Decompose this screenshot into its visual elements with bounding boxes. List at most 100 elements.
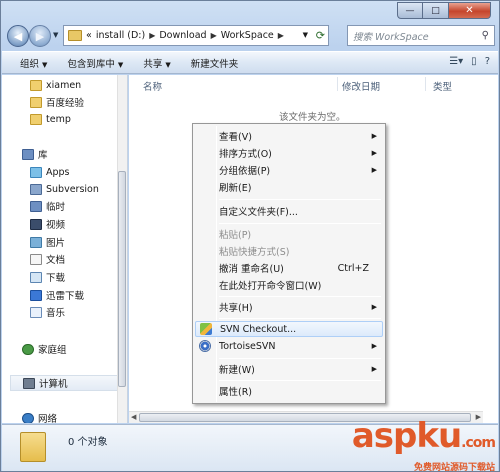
include-in-library-menu[interactable]: 包含到库中 ▼ xyxy=(67,56,123,70)
folder-icon xyxy=(68,30,82,41)
column-divider[interactable] xyxy=(425,77,426,91)
sidebar-item-apps[interactable]: Apps xyxy=(30,164,70,180)
sidebar-item-libraries[interactable]: 库 xyxy=(22,146,48,162)
menu-item-customize-folder[interactable]: 自定义文件夹(F)... xyxy=(195,203,383,219)
chevron-down-icon: ▼ xyxy=(165,60,171,69)
explorer-window: — □ ✕ ◀ ▶ ▼ « install (D:) ▶ Download ▶ … xyxy=(0,0,500,472)
menu-item-svn-checkout[interactable]: SVN Checkout... xyxy=(195,321,383,337)
search-icon[interactable]: ⚲ xyxy=(482,30,489,41)
organize-menu[interactable]: 组织 ▼ xyxy=(20,56,47,70)
menu-item-sort-by[interactable]: 排序方式(O) ▶ xyxy=(195,145,383,161)
menu-separator xyxy=(219,380,381,381)
refresh-icon[interactable]: ⟳ xyxy=(316,29,325,42)
sidebar-scrollbar[interactable] xyxy=(117,75,127,423)
view-controls: ☰▾ ▯ ? xyxy=(449,56,490,67)
sidebar-item-thunder[interactable]: 迅雷下载 xyxy=(30,287,84,303)
menu-separator xyxy=(219,296,381,297)
network-icon xyxy=(22,412,34,423)
library-icon xyxy=(30,200,42,212)
sidebar-item-subversion[interactable]: Subversion xyxy=(30,181,99,197)
arrow-left-icon: ◀ xyxy=(13,29,23,43)
subversion-icon xyxy=(30,183,42,195)
submenu-arrow-icon: ▶ xyxy=(371,365,377,373)
column-header-name[interactable]: 名称 xyxy=(143,79,162,93)
search-box[interactable]: 搜索 WorkSpace ⚲ xyxy=(347,25,495,46)
address-bar[interactable]: « install (D:) ▶ Download ▶ WorkSpace ▶ … xyxy=(63,25,329,46)
sidebar-item-network[interactable]: 网络 xyxy=(22,410,57,423)
document-icon xyxy=(30,253,42,265)
sidebar-item-music[interactable]: 音乐 xyxy=(30,304,65,320)
sidebar-item-documents[interactable]: 文档 xyxy=(30,251,65,267)
menu-item-paste: 粘贴(P) xyxy=(219,230,252,241)
scroll-left-icon[interactable]: ◀ xyxy=(131,413,136,421)
menu-item-group-by[interactable]: 分组依据(P) ▶ xyxy=(195,162,383,178)
empty-folder-message: 该文件夹为空。 xyxy=(279,112,346,123)
music-icon xyxy=(30,306,42,318)
new-folder-button[interactable]: 新建文件夹 xyxy=(191,56,239,70)
submenu-arrow-icon: ▶ xyxy=(371,149,377,157)
sidebar-item-temporary[interactable]: 临时 xyxy=(30,198,65,214)
picture-icon xyxy=(30,236,42,248)
forward-button[interactable]: ▶ xyxy=(29,25,51,47)
watermark-subtitle: 免费网站源码下载站 xyxy=(413,463,495,472)
menu-item-undo-rename[interactable]: 撤消 重命名(U) Ctrl+Z xyxy=(195,260,383,276)
menu-separator xyxy=(219,318,381,319)
command-bar: 组织 ▼ 包含到库中 ▼ 共享 ▼ 新建文件夹 ☰▾ ▯ ? xyxy=(2,51,498,74)
menu-item-view[interactable]: 查看(V) ▶ xyxy=(195,128,383,144)
menu-item-tortoisesvn[interactable]: TortoiseSVN ▶ xyxy=(195,338,383,354)
breadcrumb-separator-icon[interactable]: ▶ xyxy=(278,31,284,40)
video-icon xyxy=(30,218,42,230)
shortcut-label: Ctrl+Z xyxy=(337,262,369,274)
sidebar-scroll-thumb[interactable] xyxy=(118,171,126,387)
submenu-arrow-icon: ▶ xyxy=(371,166,377,174)
breadcrumb-item[interactable]: Download xyxy=(159,30,206,41)
arrow-right-icon: ▶ xyxy=(35,29,45,43)
search-input[interactable]: 搜索 WorkSpace xyxy=(353,29,429,43)
menu-item-share[interactable]: 共享(H) ▶ xyxy=(195,299,383,315)
breadcrumb-item[interactable]: WorkSpace xyxy=(221,30,274,41)
item-count: 0 个对象 xyxy=(68,437,108,448)
sidebar-item-baidu[interactable]: 百度经验 xyxy=(30,94,84,110)
sidebar-item-homegroup[interactable]: 家庭组 xyxy=(22,341,67,357)
back-button[interactable]: ◀ xyxy=(7,25,29,47)
watermark: aspku.com 免费网站源码下载站 xyxy=(352,419,496,472)
homegroup-icon xyxy=(22,343,34,355)
breadcrumb-overflow[interactable]: « xyxy=(86,30,92,41)
sidebar-item-computer[interactable]: 计算机 xyxy=(10,375,118,391)
folder-large-icon xyxy=(20,432,46,462)
share-menu[interactable]: 共享 ▼ xyxy=(143,56,170,70)
chevron-down-icon: ▼ xyxy=(42,60,48,69)
submenu-arrow-icon: ▶ xyxy=(371,303,377,311)
folder-icon xyxy=(30,96,42,108)
help-icon[interactable]: ? xyxy=(485,56,490,67)
address-dropdown-icon[interactable]: ▼ xyxy=(303,31,308,39)
minimize-button[interactable]: — xyxy=(397,2,423,19)
column-divider[interactable] xyxy=(337,77,338,91)
sidebar-item-pictures[interactable]: 图片 xyxy=(30,234,65,250)
library-icon xyxy=(22,148,34,160)
breadcrumb-item[interactable]: install (D:) xyxy=(96,30,145,41)
menu-item-new[interactable]: 新建(W) ▶ xyxy=(195,361,383,377)
sidebar-item-xiamen[interactable]: xiamen xyxy=(30,77,81,93)
navigation-bar: ◀ ▶ ▼ « install (D:) ▶ Download ▶ WorkSp… xyxy=(7,23,495,49)
maximize-button[interactable]: □ xyxy=(423,2,449,19)
thunder-icon xyxy=(30,289,42,301)
breadcrumb: « install (D:) ▶ Download ▶ WorkSpace ▶ xyxy=(86,30,288,41)
download-icon xyxy=(30,271,42,283)
sidebar-item-videos[interactable]: 视频 xyxy=(30,216,65,232)
sidebar-item-temp[interactable]: temp xyxy=(30,111,71,127)
close-button[interactable]: ✕ xyxy=(449,2,491,19)
computer-icon xyxy=(23,377,35,389)
menu-item-properties[interactable]: 属性(R) xyxy=(195,383,383,399)
column-header-type[interactable]: 类型 xyxy=(433,79,452,93)
menu-item-refresh[interactable]: 刷新(E) xyxy=(195,179,383,195)
recent-pages-dropdown[interactable]: ▼ xyxy=(53,31,58,39)
sidebar-item-downloads[interactable]: 下载 xyxy=(30,269,65,285)
breadcrumb-separator-icon[interactable]: ▶ xyxy=(211,31,217,40)
view-options-icon[interactable]: ☰▾ xyxy=(449,56,463,67)
preview-pane-icon[interactable]: ▯ xyxy=(471,56,477,67)
column-header-modified[interactable]: 修改日期 xyxy=(342,79,380,93)
breadcrumb-separator-icon[interactable]: ▶ xyxy=(149,31,155,40)
apps-icon xyxy=(30,166,42,178)
menu-item-open-command-window[interactable]: 在此处打开命令窗口(W) xyxy=(195,277,383,293)
